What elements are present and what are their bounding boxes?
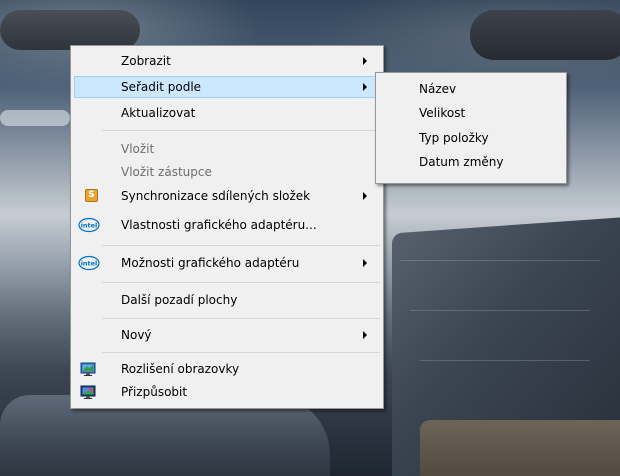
- menu-separator: [102, 318, 380, 319]
- intel-icon-text: intel: [81, 222, 98, 230]
- wallpaper-detail: [400, 260, 600, 261]
- menu-separator: [102, 130, 380, 131]
- submenu-arrow-icon: [363, 83, 367, 91]
- menu-item-label: Seřadit podle: [121, 80, 202, 94]
- menu-item-sync-shared-folders[interactable]: S Synchronizace sdílených složek: [74, 185, 380, 207]
- menu-item-refresh[interactable]: Aktualizovat: [74, 102, 380, 124]
- submenu-item-label: Datum změny: [419, 155, 504, 169]
- wallpaper-rock: [420, 420, 620, 476]
- menu-item-label: Aktualizovat: [121, 106, 196, 120]
- menu-item-graphics-properties[interactable]: intel Vlastnosti grafického adaptéru...: [74, 214, 380, 236]
- menu-item-label: Zobrazit: [121, 54, 171, 68]
- sort-by-submenu: Název Velikost Typ položky Datum změny: [375, 72, 567, 184]
- menu-item-screen-resolution[interactable]: Rozlišení obrazovky: [74, 358, 380, 380]
- menu-item-label: Další pozadí plochy: [121, 293, 238, 307]
- menu-item-paste-shortcut[interactable]: Vložit zástupce: [74, 161, 380, 183]
- screen-resolution-icon: [80, 362, 96, 376]
- wallpaper-surf: [0, 110, 70, 126]
- menu-item-next-background[interactable]: Další pozadí plochy: [74, 289, 380, 311]
- submenu-item-label: Velikost: [419, 106, 466, 120]
- submenu-arrow-icon: [363, 331, 367, 339]
- desktop-context-menu: Zobrazit Seřadit podle Aktualizovat Vlož…: [70, 45, 384, 409]
- menu-item-label: Synchronizace sdílených složek: [121, 189, 311, 203]
- menu-item-label: Vlastnosti grafického adaptéru...: [121, 218, 317, 232]
- intel-icon: intel: [78, 217, 100, 233]
- menu-item-label: Nový: [121, 328, 152, 342]
- submenu-item-label: Název: [419, 82, 457, 96]
- wallpaper-detail: [420, 360, 590, 361]
- sort-by-item-type[interactable]: Typ položky: [379, 128, 563, 150]
- submenu-arrow-icon: [363, 259, 367, 267]
- sort-by-date-modified[interactable]: Datum změny: [379, 152, 563, 174]
- wallpaper-rock: [470, 10, 620, 60]
- sync-shared-folders-icon: S: [85, 189, 98, 202]
- menu-item-label: Možnosti grafického adaptéru: [121, 256, 300, 270]
- menu-separator: [102, 245, 380, 246]
- menu-item-sort-by[interactable]: Seřadit podle: [74, 76, 380, 98]
- sort-by-size[interactable]: Velikost: [379, 103, 563, 125]
- menu-item-paste[interactable]: Vložit: [74, 138, 380, 160]
- menu-item-label: Vložit: [121, 142, 155, 156]
- wallpaper-detail: [410, 310, 590, 311]
- submenu-item-label: Typ položky: [419, 131, 489, 145]
- sort-by-name[interactable]: Název: [379, 79, 563, 101]
- menu-item-graphics-options[interactable]: intel Možnosti grafického adaptéru: [74, 252, 380, 274]
- menu-separator: [102, 282, 380, 283]
- intel-icon: intel: [78, 255, 100, 271]
- menu-item-view[interactable]: Zobrazit: [74, 50, 380, 72]
- personalize-icon: [80, 385, 96, 399]
- menu-item-label: Přizpůsobit: [121, 385, 188, 399]
- wallpaper-rock: [0, 10, 140, 50]
- submenu-arrow-icon: [363, 192, 367, 200]
- intel-icon-text: intel: [81, 260, 98, 268]
- menu-item-label: Rozlišení obrazovky: [121, 362, 240, 376]
- menu-separator: [102, 352, 380, 353]
- menu-item-personalize[interactable]: Přizpůsobit: [74, 381, 380, 403]
- menu-item-new[interactable]: Nový: [74, 324, 380, 346]
- submenu-arrow-icon: [363, 57, 367, 65]
- menu-item-label: Vložit zástupce: [121, 165, 212, 179]
